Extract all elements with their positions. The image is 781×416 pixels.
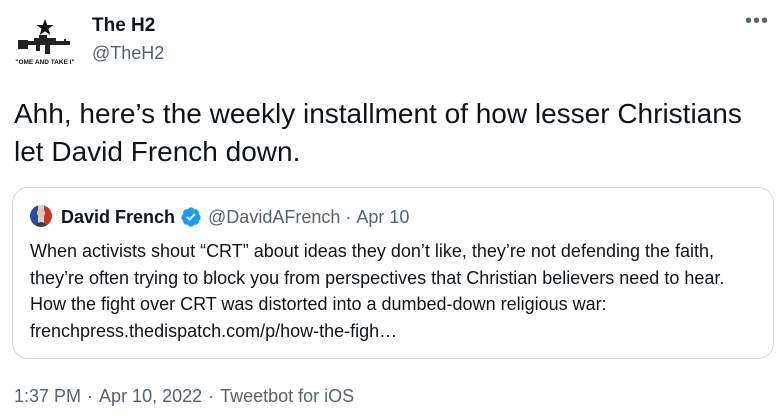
tweet-time[interactable]: 1:37 PM <box>14 386 81 406</box>
rifle-star-come-and-take-it-icon: "OME AND TAKE I" <box>15 19 75 66</box>
quoted-tweet-date[interactable]: Apr 10 <box>356 205 409 229</box>
more-options-icon[interactable]: ••• <box>743 11 771 36</box>
quoted-author-handle[interactable]: @DavidAFrench <box>208 205 340 229</box>
author-handle[interactable]: @TheH2 <box>92 41 164 65</box>
quoted-tweet-card[interactable]: David French @DavidAFrench · Apr 10 When… <box>12 187 774 359</box>
quoted-author-avatar[interactable] <box>30 205 52 227</box>
tweet-meta: 1:37 PM · Apr 10, 2022 · Tweetbot for iOS <box>14 384 354 408</box>
tweet-source[interactable]: Tweetbot for iOS <box>220 386 354 406</box>
quoted-tweet-text: When activists shout “CRT” about ideas t… <box>30 241 725 341</box>
quoted-tweet-header: David French @DavidAFrench · Apr 10 <box>61 205 409 229</box>
tweet-date[interactable]: Apr 10, 2022 <box>99 386 202 406</box>
separator-dot: · <box>345 207 352 227</box>
separator-dot: · <box>208 386 215 406</box>
author-avatar[interactable]: "OME AND TAKE I" <box>14 14 76 68</box>
tweet: "OME AND TAKE I" The H2 @TheH2 ••• Ahh, … <box>0 0 781 416</box>
author-name[interactable]: The H2 <box>92 14 155 38</box>
svg-text:"OME AND TAKE I": "OME AND TAKE I" <box>15 59 74 66</box>
quoted-author-avatar-image <box>30 205 52 227</box>
verified-badge-icon <box>180 206 202 228</box>
tweet-text: Ahh, here’s the weekly installment of ho… <box>14 98 742 167</box>
quoted-author-name[interactable]: David French <box>61 205 175 229</box>
separator-dot: · <box>87 386 94 406</box>
